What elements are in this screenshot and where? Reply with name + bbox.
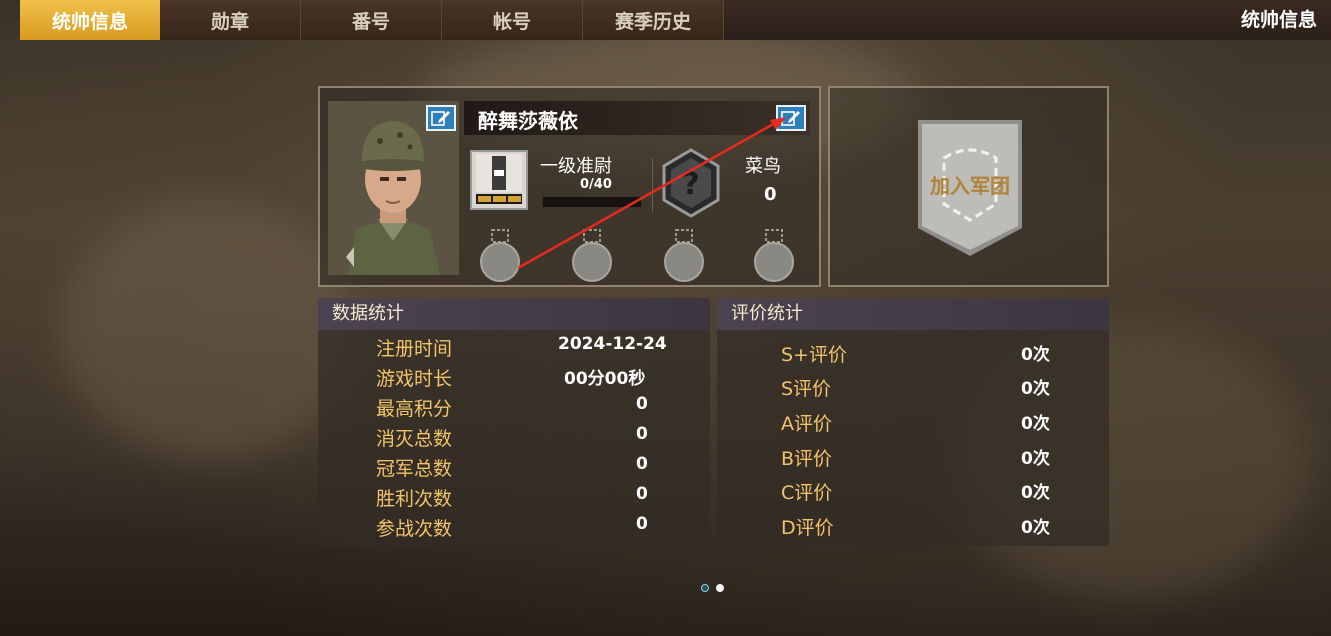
stat-row: 冠军总数 0 (318, 454, 710, 484)
stat-row: 最高积分 0 (318, 394, 710, 424)
rating-stats-panel: 评价统计 S+评价 0次 S评价 0次 A评价 0次 B评价 0次 C评价 0次… (717, 298, 1109, 546)
stat-label: 胜利次数 (376, 488, 453, 510)
divider (652, 158, 653, 212)
medal-slot-3[interactable] (662, 228, 706, 282)
rating-value: 0次 (1021, 449, 1050, 469)
name-edit-button[interactable] (776, 105, 806, 131)
medal-slot-4[interactable] (752, 228, 796, 282)
page-title: 统帅信息 (1240, 9, 1317, 31)
profile-card: 醉舞莎薇依 一级准尉 0/40 ? 菜鸟 0 (318, 86, 821, 287)
tab-medals[interactable]: 勋章 (160, 0, 301, 40)
stat-value: 2024-12-24 (558, 334, 667, 354)
data-stats-title: 数据统计 (318, 298, 710, 330)
medal-slot-1[interactable] (478, 228, 522, 282)
rating-label: C评价 (781, 482, 833, 504)
rank-xp: 0/40 (580, 177, 612, 192)
stat-value: 0 (636, 514, 648, 534)
stat-label: 注册时间 (376, 338, 453, 360)
stat-row: 消灭总数 0 (318, 424, 710, 454)
stat-value: 0 (636, 484, 648, 504)
name-bar: 醉舞莎薇依 (464, 101, 810, 135)
stat-row: 注册时间 2024-12-24 (318, 334, 710, 364)
fog-decoration (60, 200, 360, 460)
title-value: 0 (764, 184, 777, 205)
avatar-edit-button[interactable] (426, 105, 456, 131)
tab-season-history[interactable]: 赛季历史 (583, 0, 724, 40)
join-legion-label: 加入军团 (930, 174, 1010, 198)
avatar[interactable] (328, 101, 459, 275)
rating-value: 0次 (1021, 379, 1050, 399)
stat-row: 游戏时长 00分00秒 (318, 364, 710, 394)
stat-row: 胜利次数 0 (318, 484, 710, 514)
data-stats-panel: 数据统计 注册时间 2024-12-24 游戏时长 00分00秒 最高积分 0 … (318, 298, 710, 546)
tab-commander-info[interactable]: 统帅信息 (20, 0, 160, 40)
rating-stats-title: 评价统计 (717, 298, 1109, 330)
tab-designation[interactable]: 番号 (301, 0, 442, 40)
rating-row: B评价 0次 (717, 444, 1109, 474)
rating-label: S+评价 (781, 344, 847, 366)
rating-value: 0次 (1021, 483, 1050, 503)
rating-row: D评价 0次 (717, 513, 1109, 543)
unknown-badge-icon[interactable]: ? (660, 148, 722, 218)
stat-row: 参战次数 0 (318, 514, 710, 544)
stat-label: 游戏时长 (376, 368, 453, 390)
stat-value: 0 (636, 454, 648, 474)
rank-name: 一级准尉 (540, 156, 612, 177)
rating-label: S评价 (781, 378, 832, 400)
rating-label: D评价 (781, 517, 834, 539)
page-dot-1[interactable] (701, 584, 709, 592)
stat-label: 消灭总数 (376, 428, 453, 450)
rating-value: 0次 (1021, 414, 1050, 434)
rating-value: 0次 (1021, 345, 1050, 365)
rating-row: S+评价 0次 (717, 340, 1109, 370)
stat-label: 冠军总数 (376, 458, 453, 480)
player-name: 醉舞莎薇依 (478, 109, 578, 133)
rank-insignia-icon (470, 150, 528, 210)
top-tab-bar: 统帅信息 勋章 番号 帐号 赛季历史 (20, 0, 1331, 40)
tab-account[interactable]: 帐号 (442, 0, 583, 40)
stat-value: 00分00秒 (564, 369, 646, 389)
rating-label: B评价 (781, 448, 833, 470)
medal-slot-2[interactable] (570, 228, 614, 282)
edit-icon (781, 111, 800, 126)
stat-label: 参战次数 (376, 518, 453, 540)
rating-value: 0次 (1021, 518, 1050, 538)
rating-row: A评价 0次 (717, 409, 1109, 439)
title-name: 菜鸟 (745, 156, 781, 177)
stat-value: 0 (636, 394, 648, 414)
unknown-badge-symbol: ? (682, 167, 699, 202)
legion-card: 加入军团 (828, 86, 1109, 287)
stat-value: 0 (636, 424, 648, 444)
edit-icon (431, 111, 450, 126)
rating-row: S评价 0次 (717, 374, 1109, 404)
join-legion-button[interactable]: 加入军团 (914, 116, 1026, 260)
stat-label: 最高积分 (376, 398, 453, 420)
rating-row: C评价 0次 (717, 478, 1109, 508)
page-dot-2[interactable] (716, 584, 724, 592)
rank-progress-bar (542, 196, 642, 208)
rating-label: A评价 (781, 413, 832, 435)
